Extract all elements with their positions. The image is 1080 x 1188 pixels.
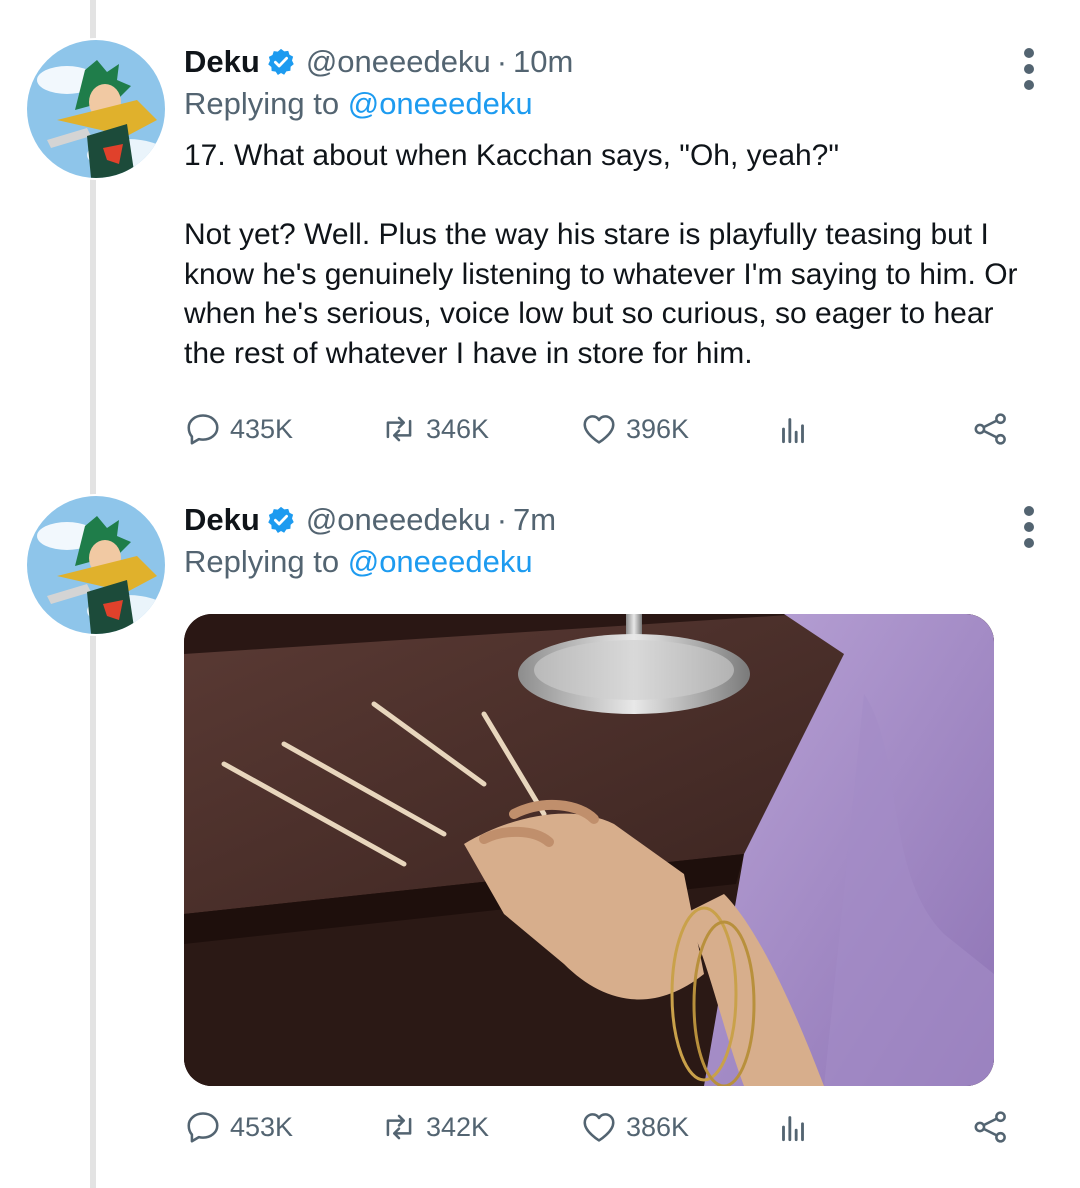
like-count: 386K	[626, 1111, 690, 1142]
user-handle[interactable]: @oneeedeku	[306, 500, 491, 540]
avatar-image	[27, 40, 165, 178]
media-photo	[184, 614, 994, 1086]
more-options-icon[interactable]	[1024, 506, 1036, 548]
share-button[interactable]	[972, 410, 1018, 448]
avatar[interactable]	[25, 38, 167, 180]
heart-icon	[583, 1113, 615, 1142]
analytics-icon	[782, 1116, 804, 1142]
heart-icon	[583, 415, 615, 444]
reply-count: 435K	[230, 413, 294, 444]
reply-mention-link[interactable]: @oneeedeku	[348, 544, 533, 579]
retweet-count: 342K	[426, 1111, 490, 1142]
share-icon	[974, 413, 1006, 445]
tweet-header: Deku @oneeedeku · 7m	[184, 500, 1040, 540]
replying-to-line: Replying to @oneeedeku	[184, 542, 1040, 582]
retweet-button[interactable]: 342K	[380, 1108, 489, 1146]
user-handle[interactable]: @oneeedeku	[306, 42, 491, 82]
reply-button[interactable]: 453K	[184, 1108, 293, 1146]
reply-button[interactable]: 435K	[184, 410, 293, 448]
tweet-timestamp[interactable]: 7m	[513, 500, 556, 540]
more-options-icon[interactable]	[1024, 48, 1036, 90]
tweet-timestamp[interactable]: 10m	[513, 42, 573, 82]
analytics-icon	[782, 418, 804, 444]
replying-label: Replying to	[184, 544, 340, 579]
share-button[interactable]	[972, 1108, 1018, 1146]
reply-mention-link[interactable]: @oneeedeku	[348, 86, 533, 121]
retweet-icon	[386, 1114, 412, 1140]
analytics-button[interactable]	[774, 1108, 820, 1146]
tweet-text: 17. What about when Kacchan says, "Oh, y…	[184, 139, 1018, 370]
separator-dot: ·	[496, 44, 508, 79]
separator-dot: ·	[496, 502, 508, 537]
retweet-count: 346K	[426, 413, 490, 444]
retweet-icon	[386, 416, 412, 442]
share-icon	[974, 1111, 1006, 1143]
reply-icon	[187, 1112, 219, 1143]
like-count: 396K	[626, 413, 690, 444]
display-name[interactable]: Deku	[184, 500, 260, 540]
tweet-actions: 453K 342K 386K	[184, 1108, 1018, 1152]
replying-label: Replying to	[184, 86, 340, 121]
tweet-media-image[interactable]	[184, 614, 994, 1086]
replying-to-line: Replying to @oneeedeku	[184, 84, 1040, 124]
analytics-button[interactable]	[774, 410, 820, 448]
verified-badge-icon	[268, 506, 294, 533]
reply-count: 453K	[230, 1111, 294, 1142]
tweet-actions: 435K 346K 396K	[184, 410, 1018, 454]
like-button[interactable]: 386K	[580, 1108, 689, 1146]
retweet-button[interactable]: 346K	[380, 410, 489, 448]
reply-icon	[187, 414, 219, 445]
tweet-header: Deku @oneeedeku · 10m	[184, 42, 1040, 82]
display-name[interactable]: Deku	[184, 42, 260, 82]
like-button[interactable]: 396K	[580, 410, 689, 448]
verified-badge-icon	[268, 48, 294, 75]
avatar[interactable]	[25, 494, 167, 636]
avatar-image	[27, 496, 165, 634]
